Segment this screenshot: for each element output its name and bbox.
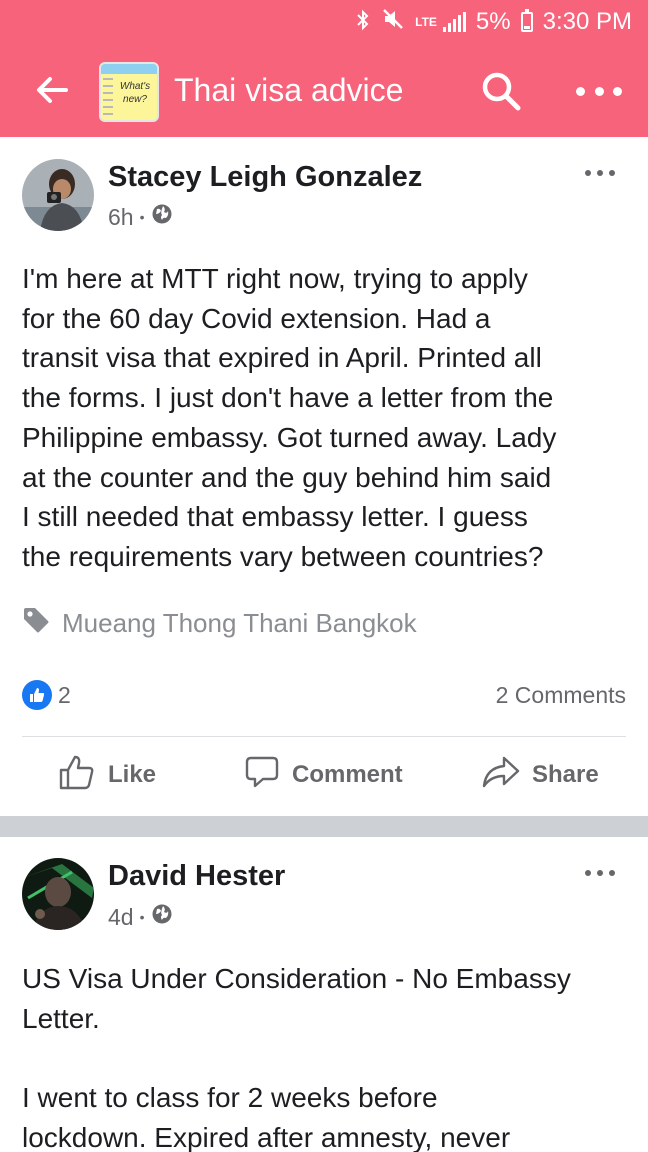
search-icon[interactable] <box>480 70 522 112</box>
back-arrow-icon[interactable] <box>32 70 72 110</box>
post-meta: 4d • <box>108 903 173 931</box>
tag-icon <box>22 606 50 641</box>
like-label: Like <box>108 761 157 788</box>
battery-percent: 5% <box>475 8 511 35</box>
meta-separator: • <box>139 909 145 925</box>
signal-icon <box>442 12 466 32</box>
meta-separator: • <box>139 209 145 225</box>
post-card: David Hester 4d • US Visa Under Consider… <box>0 837 648 1152</box>
top-bar: LTE 5% 3:30 PM What's new? Thai visa adv… <box>0 0 648 137</box>
more-icon[interactable] <box>576 84 622 98</box>
globe-icon <box>151 203 173 231</box>
group-logo-text: What's new? <box>119 81 151 105</box>
like-reaction-icon <box>22 680 52 710</box>
reaction-summary[interactable]: 2 <box>22 680 71 710</box>
comment-label: Comment <box>292 761 403 788</box>
globe-icon <box>151 903 173 931</box>
location-label: Mueang Thong Thani Bangkok <box>62 608 417 638</box>
post-author[interactable]: David Hester <box>108 860 285 893</box>
share-label: Share <box>532 761 599 788</box>
feed-separator <box>0 816 648 837</box>
post-time[interactable]: 4d <box>108 904 134 931</box>
post-more-icon[interactable] <box>585 169 615 177</box>
post-text: US Visa Under Consideration - No Embassy… <box>22 963 571 1152</box>
status-bar: LTE 5% 3:30 PM <box>355 6 632 38</box>
clock: 3:30 PM <box>542 8 632 35</box>
post-text: I'm here at MTT right now, trying to app… <box>22 263 557 572</box>
lte-icon: LTE <box>415 15 437 29</box>
post-meta: 6h • <box>108 203 173 231</box>
thumbs-up-icon <box>58 753 96 798</box>
comment-count[interactable]: 2 Comments <box>496 682 626 709</box>
share-icon <box>482 754 520 797</box>
like-button[interactable]: Like <box>58 752 156 798</box>
share-button[interactable]: Share <box>482 752 599 798</box>
bluetooth-icon <box>355 9 371 35</box>
group-logo[interactable]: What's new? <box>99 62 159 122</box>
post-author[interactable]: Stacey Leigh Gonzalez <box>108 161 422 194</box>
post-location[interactable]: Mueang Thong Thani Bangkok <box>22 606 417 641</box>
post-more-icon[interactable] <box>585 869 615 877</box>
group-title[interactable]: Thai visa advice <box>174 72 403 109</box>
comment-icon <box>244 754 280 797</box>
mute-icon <box>381 8 405 37</box>
avatar[interactable] <box>22 159 94 231</box>
divider <box>22 736 626 737</box>
post-time[interactable]: 6h <box>108 204 134 231</box>
like-count: 2 <box>58 681 71 708</box>
post-card: Stacey Leigh Gonzalez 6h • I'm here at M… <box>0 137 648 816</box>
app-bar: What's new? Thai visa advice <box>0 48 648 136</box>
comment-button[interactable]: Comment <box>244 752 403 798</box>
battery-icon <box>520 9 533 32</box>
avatar[interactable] <box>22 858 94 930</box>
